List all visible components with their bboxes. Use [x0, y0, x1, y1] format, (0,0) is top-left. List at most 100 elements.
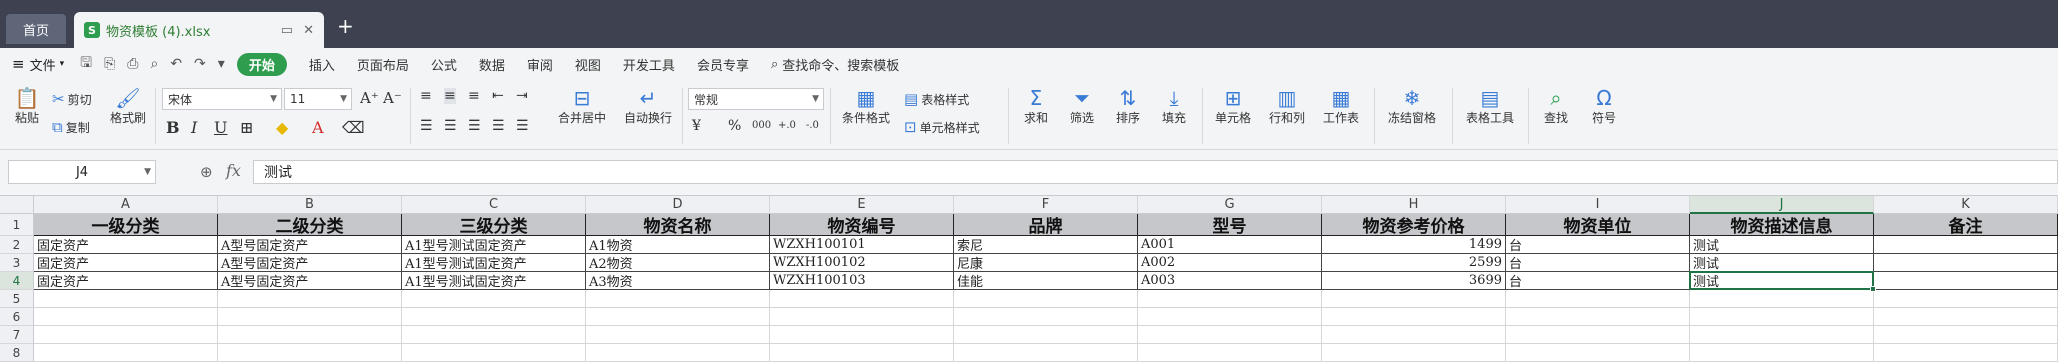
new-tab-plus-icon[interactable]: + — [337, 14, 354, 38]
row-header-4[interactable]: 4 — [0, 272, 34, 290]
menu-member[interactable]: 会员专享 — [697, 55, 749, 74]
tab-home[interactable]: 首页 — [6, 14, 66, 44]
table-cell[interactable] — [586, 344, 770, 362]
indent-icon[interactable]: ⇥ — [516, 88, 528, 104]
table-cell[interactable] — [586, 308, 770, 326]
tab-file[interactable]: S 物资模板 (4).xlsx ▭ ✕ — [74, 12, 324, 48]
table-cell[interactable] — [402, 290, 586, 308]
sort-button[interactable]: ⇅ 排序 — [1108, 86, 1148, 126]
table-cell[interactable] — [1138, 308, 1322, 326]
table-cell[interactable]: A003 — [1138, 272, 1322, 290]
header-cell[interactable]: 型号 — [1138, 214, 1322, 236]
table-cell[interactable]: 台 — [1506, 236, 1690, 254]
table-cell[interactable]: 2599 — [1322, 254, 1506, 272]
row-header-1[interactable]: 1 — [0, 214, 34, 236]
copy-button[interactable]: ⧉ 复制 — [52, 118, 90, 136]
row-header-7[interactable]: 7 — [0, 326, 34, 344]
align-right-icon[interactable]: ☰ — [468, 118, 481, 134]
table-cell[interactable]: A1型号测试固定资产 — [402, 272, 586, 290]
table-cell[interactable] — [1322, 290, 1506, 308]
header-cell[interactable]: 二级分类 — [218, 214, 402, 236]
window-restore-icon[interactable]: ▭ — [281, 23, 293, 38]
close-tab-icon[interactable]: ✕ — [303, 23, 314, 38]
table-cell[interactable] — [1506, 290, 1690, 308]
font-size-select[interactable]: 11 ▼ — [284, 88, 352, 110]
column-header-g[interactable]: G — [1138, 196, 1322, 214]
merge-center-button[interactable]: ⊟ 合并居中 — [550, 86, 614, 126]
underline-icon[interactable]: U — [214, 118, 227, 137]
row-header-8[interactable]: 8 — [0, 344, 34, 362]
table-cell[interactable] — [1690, 308, 1874, 326]
italic-icon[interactable]: I — [191, 118, 197, 137]
menu-start[interactable]: 开始 — [236, 52, 287, 76]
freeze-panes-button[interactable]: ❄ 冻结窗格 — [1382, 86, 1442, 126]
table-cell[interactable] — [1874, 326, 2058, 344]
table-cell[interactable] — [402, 308, 586, 326]
table-cell[interactable] — [586, 326, 770, 344]
table-cell[interactable] — [954, 308, 1138, 326]
row-header-2[interactable]: 2 — [0, 236, 34, 254]
table-tools-button[interactable]: ▤ 表格工具 — [1460, 86, 1520, 126]
column-header-b[interactable]: B — [218, 196, 402, 214]
header-cell[interactable]: 物资描述信息 — [1690, 214, 1874, 236]
table-cell[interactable] — [34, 290, 218, 308]
table-cell[interactable]: 3699 — [1322, 272, 1506, 290]
align-center-icon[interactable]: ☰ — [444, 118, 457, 134]
table-cell[interactable]: 测试 — [1690, 272, 1874, 290]
column-header-f[interactable]: F — [954, 196, 1138, 214]
distributed-icon[interactable]: ☰ — [516, 118, 529, 134]
wrap-text-button[interactable]: ↵ 自动换行 — [620, 86, 676, 126]
table-cell[interactable] — [34, 344, 218, 362]
clear-format-icon[interactable]: ⌫ — [342, 118, 365, 137]
header-cell[interactable]: 物资编号 — [770, 214, 954, 236]
menu-formulas[interactable]: 公式 — [431, 55, 457, 74]
table-cell[interactable] — [1690, 290, 1874, 308]
menu-data[interactable]: 数据 — [479, 55, 505, 74]
table-cell[interactable] — [402, 326, 586, 344]
zoom-magnifier-icon[interactable]: ⊕ — [200, 163, 213, 181]
justify-icon[interactable]: ☰ — [492, 118, 505, 134]
table-cell[interactable] — [1874, 344, 2058, 362]
table-cell[interactable]: 固定资产 — [34, 272, 218, 290]
filter-button[interactable]: ⏷ 筛选 — [1062, 86, 1102, 126]
table-cell[interactable] — [1874, 254, 2058, 272]
table-cell[interactable]: A2物资 — [586, 254, 770, 272]
decrease-decimal-icon[interactable]: -.0 — [806, 120, 819, 131]
table-cell[interactable]: A型号固定资产 — [218, 236, 402, 254]
row-header-5[interactable]: 5 — [0, 290, 34, 308]
table-cell[interactable] — [770, 308, 954, 326]
table-cell[interactable] — [1322, 344, 1506, 362]
table-cell[interactable] — [218, 308, 402, 326]
formula-input[interactable]: 测试 — [253, 160, 2058, 184]
fill-handle[interactable] — [1870, 286, 1876, 292]
row-header-3[interactable]: 3 — [0, 254, 34, 272]
redo-icon[interactable]: ↷ — [194, 56, 206, 72]
table-cell[interactable]: A3物资 — [586, 272, 770, 290]
menu-page-layout[interactable]: 页面布局 — [357, 55, 409, 74]
table-style-button[interactable]: ▤ 表格样式 — [904, 90, 969, 108]
table-cell[interactable] — [1690, 344, 1874, 362]
percent-icon[interactable]: % — [728, 118, 741, 134]
font-name-select[interactable]: 宋体 ▼ — [162, 88, 282, 110]
sum-button[interactable]: Σ 求和 — [1016, 86, 1056, 126]
table-cell[interactable] — [402, 344, 586, 362]
table-cell[interactable] — [218, 290, 402, 308]
cut-button[interactable]: ✂ 剪切 — [52, 90, 92, 108]
column-header-h[interactable]: H — [1322, 196, 1506, 214]
table-cell[interactable] — [770, 344, 954, 362]
table-cell[interactable] — [1874, 272, 2058, 290]
column-header-d[interactable]: D — [586, 196, 770, 214]
table-cell[interactable]: WZXH100103 — [770, 272, 954, 290]
undo-icon[interactable]: ↶ — [170, 56, 182, 72]
conditional-format-button[interactable]: ▦ 条件格式 — [836, 86, 896, 126]
table-cell[interactable] — [1138, 326, 1322, 344]
print-icon[interactable]: ⎙ — [127, 56, 138, 72]
worksheet-button[interactable]: ▦ 工作表 — [1316, 86, 1366, 126]
table-cell[interactable]: 佳能 — [954, 272, 1138, 290]
currency-icon[interactable]: ¥ — [692, 118, 701, 134]
menu-developer[interactable]: 开发工具 — [623, 55, 675, 74]
table-cell[interactable] — [770, 326, 954, 344]
paste-button[interactable]: 📋 粘贴 — [10, 86, 44, 126]
menu-review[interactable]: 审阅 — [527, 55, 553, 74]
table-cell[interactable] — [954, 344, 1138, 362]
